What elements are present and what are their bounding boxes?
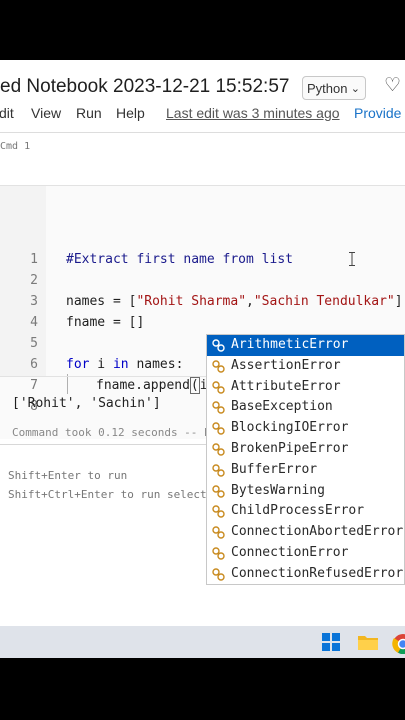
last-edit-link[interactable]: Last edit was 3 minutes ago: [166, 105, 340, 121]
autocomplete-item[interactable]: ConnectionAbortedError: [207, 522, 404, 543]
class-symbol-icon: [212, 464, 225, 477]
line-number: 4: [30, 315, 38, 330]
autocomplete-item[interactable]: AssertionError: [207, 356, 404, 377]
menu-help[interactable]: Help: [116, 105, 145, 121]
heart-icon[interactable]: ♡: [384, 74, 401, 97]
chrome-icon[interactable]: [392, 633, 405, 655]
autocomplete-item-label: BytesWarning: [231, 482, 325, 498]
code-token: names:: [128, 357, 184, 372]
string-literal: "Rohit Sharma": [136, 294, 247, 309]
class-symbol-icon: [212, 568, 225, 581]
class-symbol-icon: [212, 339, 225, 352]
provide-feedback-link[interactable]: Provide: [354, 105, 401, 121]
code-token: ]: [394, 294, 403, 309]
taskbar: [0, 626, 405, 658]
menu-run[interactable]: Run: [76, 105, 102, 121]
class-symbol-icon: [212, 484, 225, 498]
line-number: 7: [30, 378, 38, 393]
line-gutter: 1 2 3 4 5 6 7 8: [0, 186, 46, 414]
autocomplete-item[interactable]: ConnectionRefusedError: [207, 564, 404, 585]
class-symbol-icon: [212, 422, 225, 435]
line-number: 5: [30, 336, 38, 351]
class-symbol-icon: [212, 360, 225, 373]
autocomplete-item-label: BaseException: [231, 399, 333, 415]
line-number: 3: [30, 294, 38, 309]
autocomplete-item-label: BrokenPipeError: [231, 440, 349, 456]
autocomplete-item[interactable]: ConnectionError: [207, 543, 404, 564]
indent-guide: [67, 374, 68, 394]
cell-label: Cmd 1: [0, 141, 31, 152]
menu-view[interactable]: View: [31, 105, 61, 121]
autocomplete-item-label: ConnectionError: [231, 544, 349, 560]
menu-edit[interactable]: dit: [0, 105, 14, 121]
run-selected-hint: Shift+Ctrl+Enter to run selected: [8, 488, 220, 501]
autocomplete-item-label: ArithmeticError: [231, 337, 349, 352]
text-cursor-icon: [349, 252, 355, 266]
notebook-window: ed Notebook 2023-12-21 15:52:57 Python ⌄…: [0, 60, 405, 658]
divider: [0, 132, 405, 133]
code-line-fname[interactable]: fname = []: [66, 315, 144, 330]
autocomplete-item[interactable]: AttributeError: [207, 377, 404, 398]
string-literal: "Sachin Tendulkar": [253, 294, 395, 309]
line-number: 1: [30, 252, 38, 267]
autocomplete-popup[interactable]: ArithmeticError AssertionError AttributeEr…: [206, 334, 405, 585]
matching-paren: (: [189, 377, 200, 394]
autocomplete-item-label: ChildProcessError: [231, 503, 365, 519]
chevron-down-icon: ⌄: [350, 83, 360, 95]
keyword: in: [112, 357, 129, 372]
code-token: ,: [246, 294, 254, 309]
cell-timing: Command took 0.12 seconds -- by: [12, 426, 218, 439]
autocomplete-item[interactable]: BytesWarning: [207, 481, 404, 502]
class-symbol-icon: [212, 547, 225, 560]
run-hint: Shift+Enter to run: [8, 469, 128, 482]
menu-bar: dit View Run Help Last edit was 3 minute…: [0, 105, 405, 127]
autocomplete-item[interactable]: ArithmeticError: [207, 335, 404, 356]
code-token: i: [89, 357, 113, 372]
line-number: 6: [30, 357, 38, 372]
autocomplete-item-label: ConnectionAbortedError: [231, 524, 404, 540]
autocomplete-item-label: BlockingIOError: [231, 420, 349, 436]
autocomplete-item-label: AttributeError: [231, 378, 341, 394]
autocomplete-item-label: BufferError: [231, 461, 318, 477]
code-token: names = [: [66, 294, 137, 309]
autocomplete-item[interactable]: BlockingIOError: [207, 418, 404, 439]
code-line-comment[interactable]: #Extract first name from list: [66, 252, 293, 267]
class-symbol-icon: [212, 380, 225, 394]
autocomplete-item-label: ConnectionRefusedError: [231, 565, 404, 581]
autocomplete-item[interactable]: ChildProcessError: [207, 501, 404, 522]
line-number: 2: [30, 273, 38, 288]
keyword: for: [66, 357, 90, 372]
class-symbol-icon: [212, 526, 225, 539]
code-line-names[interactable]: names = ["Rohit Sharma","Sachin Tendulka…: [66, 294, 403, 309]
cell-output: ['Rohit', 'Sachin']: [12, 396, 161, 411]
code-token: fname.append: [96, 378, 190, 393]
autocomplete-item[interactable]: BaseException: [207, 397, 404, 418]
code-line-for[interactable]: for i in names:: [66, 357, 183, 372]
language-label: Python: [307, 81, 348, 96]
autocomplete-item-label: AssertionError: [231, 357, 341, 373]
file-explorer-icon[interactable]: [357, 633, 379, 651]
class-symbol-icon: [212, 505, 225, 519]
language-selector[interactable]: Python ⌄: [302, 76, 366, 100]
class-symbol-icon: [212, 401, 225, 415]
autocomplete-item[interactable]: BufferError: [207, 460, 404, 481]
autocomplete-item[interactable]: BrokenPipeError: [207, 439, 404, 460]
notebook-title[interactable]: ed Notebook 2023-12-21 15:52:57: [0, 76, 289, 98]
windows-start-icon[interactable]: [322, 633, 340, 651]
class-symbol-icon: [212, 443, 225, 456]
